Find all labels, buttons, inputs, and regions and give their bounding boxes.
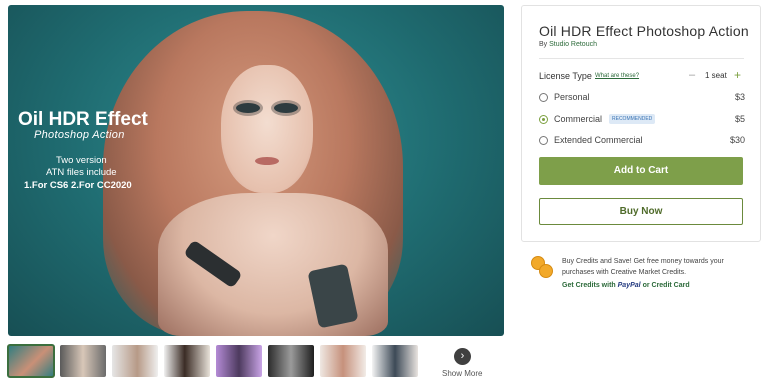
license-type-label: License Type — [539, 71, 592, 81]
byline-prefix: By — [539, 41, 548, 48]
thumbnail-6[interactable] — [268, 345, 314, 377]
hero-text-line: Two version — [56, 155, 107, 166]
thumbnail-7[interactable] — [320, 345, 366, 377]
seat-increment-button[interactable]: + — [734, 68, 741, 82]
thumbnail-3[interactable] — [112, 345, 158, 377]
thumbnail-8[interactable] — [372, 345, 418, 377]
portrait-left-eye — [236, 103, 260, 113]
get-credits-prefix: Get Credits with — [562, 282, 616, 289]
coin-icon — [539, 264, 553, 278]
product-title: Oil HDR Effect Photoshop Action — [539, 23, 749, 39]
portrait-right-eye — [274, 103, 298, 113]
paypal-logo: PayPal — [617, 282, 641, 289]
thumbnail-1[interactable] — [7, 344, 55, 378]
product-byline: By Studio Retouch — [539, 41, 597, 48]
license-option-price: $30 — [729, 135, 745, 145]
author-link[interactable]: Studio Retouch — [549, 41, 597, 48]
seat-decrement-button[interactable]: – — [689, 69, 695, 81]
portrait-lips — [255, 157, 279, 165]
thumbnail-4[interactable] — [164, 345, 210, 377]
license-info-link[interactable]: What are these? — [595, 73, 639, 79]
radio-extended-commercial[interactable] — [539, 136, 548, 145]
hero-subtitle: Photoshop Action — [34, 129, 125, 141]
portrait-face — [221, 65, 313, 193]
show-more-arrow-icon[interactable]: › — [454, 348, 471, 365]
product-hero-image[interactable]: Oil HDR Effect Photoshop Action Two vers… — [8, 5, 504, 336]
hero-text-line: ATN files include — [46, 167, 117, 178]
buy-now-button[interactable]: Buy Now — [539, 198, 743, 225]
license-option-price: $5 — [734, 114, 745, 124]
add-to-cart-button[interactable]: Add to Cart — [539, 157, 743, 185]
license-option-label: Extended Commercial — [554, 135, 643, 145]
thumbnail-5[interactable] — [216, 345, 262, 377]
get-credits-link[interactable]: Get Credits with PayPal or Credit Card — [562, 282, 690, 289]
purchase-panel: Oil HDR Effect Photoshop Action By Studi… — [521, 5, 761, 242]
divider — [539, 58, 744, 59]
license-option-label: Commercial — [554, 114, 603, 124]
recommended-badge: RECOMMENDED — [609, 114, 656, 124]
radio-commercial[interactable] — [539, 115, 548, 124]
get-credits-suffix: or Credit Card — [642, 282, 690, 289]
radio-personal[interactable] — [539, 93, 548, 102]
license-option-price: $3 — [734, 92, 745, 102]
seat-count: 1 seat — [705, 71, 727, 80]
hero-title: Oil HDR Effect — [18, 109, 148, 130]
thumbnail-2[interactable] — [60, 345, 106, 377]
license-option-label: Personal — [554, 92, 590, 102]
hero-text-line: 1.For CS6 2.For CC2020 — [24, 180, 132, 191]
show-more-link[interactable]: Show More — [442, 369, 482, 378]
credits-text: Buy Credits and Save! Get free money tow… — [562, 258, 724, 276]
